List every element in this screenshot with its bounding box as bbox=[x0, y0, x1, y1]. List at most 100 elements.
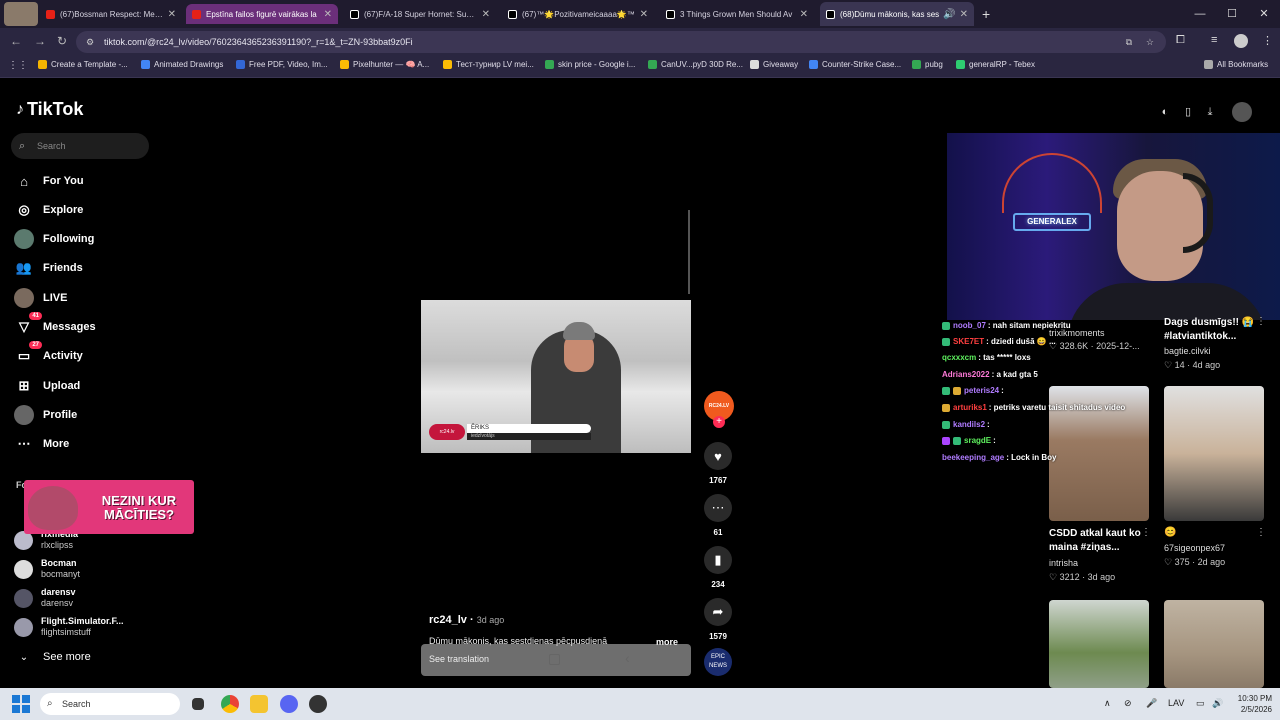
tab-6-active[interactable]: (68)Dūmu mākonis, kas ses 🔊 ✕ bbox=[820, 2, 974, 26]
profile-avatar[interactable] bbox=[4, 2, 38, 26]
tab-4[interactable]: (67)™🌟Pozitivameicaaaa🌟™ ✕ bbox=[502, 4, 654, 24]
forward-icon[interactable]: → bbox=[34, 34, 46, 48]
tab-5[interactable]: 3 Things Grown Men Should Av ✕ bbox=[660, 4, 814, 24]
share-action[interactable]: ➦ 1579 bbox=[700, 598, 736, 641]
square-icon[interactable] bbox=[549, 654, 560, 665]
compass-icon: ◎ bbox=[18, 202, 30, 217]
minimize-button[interactable]: — bbox=[1184, 0, 1216, 28]
close-window-button[interactable]: ✕ bbox=[1248, 0, 1280, 28]
speaker-icon[interactable]: 🔊 bbox=[943, 9, 955, 20]
nav-activity[interactable]: ▭ 27 Activity bbox=[14, 341, 83, 367]
chevron-up-icon[interactable]: ∧ bbox=[1104, 698, 1111, 709]
close-tab-icon[interactable]: ✕ bbox=[168, 9, 176, 20]
apps-icon[interactable]: ⋮⋮ bbox=[8, 60, 28, 71]
taskbar-search[interactable]: ⌕ Search bbox=[40, 693, 180, 715]
search-icon: ⌕ bbox=[47, 698, 53, 709]
windows-start-icon[interactable] bbox=[12, 695, 30, 713]
chat-message: kandils2: bbox=[942, 420, 990, 429]
bookmark-item[interactable]: Pixelhunter — 🧠 A... bbox=[340, 60, 429, 69]
mic-icon[interactable]: 🎤 bbox=[1146, 698, 1157, 709]
ad-banner[interactable]: NEZINI KUR MĀCĪTIES? bbox=[24, 480, 194, 534]
volume-icon[interactable]: 🔊 bbox=[1212, 698, 1223, 709]
bookmark-item[interactable]: Free PDF, Video, Im... bbox=[236, 60, 328, 69]
tab-1[interactable]: (67)Bossman Respect: Memorable ✕ bbox=[40, 4, 182, 24]
bookmark-item[interactable]: Тест-турнир LV mei... bbox=[443, 60, 534, 69]
like-action[interactable]: ♥ 1767 bbox=[700, 442, 736, 485]
bookmark-star-icon[interactable]: ☆ bbox=[1146, 31, 1154, 53]
task-view-icon[interactable] bbox=[192, 698, 204, 710]
new-tab-button[interactable]: + bbox=[982, 6, 990, 22]
bookmark-item[interactable]: Counter-Strike Case... bbox=[809, 60, 901, 69]
file-explorer-icon[interactable] bbox=[250, 695, 268, 713]
close-tab-icon[interactable]: ✕ bbox=[324, 9, 332, 20]
app-icon[interactable] bbox=[309, 695, 327, 713]
see-more-button[interactable]: ⌄ See more bbox=[14, 646, 91, 668]
bookmark-item[interactable]: Create a Template -... bbox=[38, 60, 128, 69]
user-avatar[interactable] bbox=[1232, 102, 1252, 122]
close-tab-icon[interactable]: ✕ bbox=[960, 9, 968, 20]
following-account[interactable]: Bocman bocmanyt bbox=[14, 558, 80, 580]
chevron-down-icon: ⌄ bbox=[19, 651, 29, 663]
network-icon[interactable]: ⊘ bbox=[1124, 698, 1132, 709]
tab-3[interactable]: (67)F/A-18 Super Hornet: Super ✕ bbox=[344, 4, 496, 24]
reading-list-icon[interactable]: ≡ bbox=[1211, 34, 1217, 46]
bookmarks-bar: ⋮⋮ Create a Template -... Animated Drawi… bbox=[0, 56, 1280, 78]
bookmark-item[interactable]: pubg bbox=[912, 60, 943, 69]
nav-explore[interactable]: ◎ Explore bbox=[14, 199, 83, 221]
bookmark-item[interactable]: skin price - Google i... bbox=[545, 60, 635, 69]
following-account[interactable]: darensv darensv bbox=[14, 587, 76, 609]
bookmark-favicon bbox=[141, 60, 150, 69]
video-author[interactable]: rc24_lv · 3d ago bbox=[429, 614, 504, 626]
more-options-icon[interactable]: ⋮ bbox=[1141, 527, 1151, 538]
more-options-icon[interactable]: ⋮ bbox=[1256, 316, 1266, 327]
coins-icon[interactable]: ◐ bbox=[1156, 103, 1174, 121]
chrome-icon[interactable] bbox=[221, 695, 239, 713]
close-tab-icon[interactable]: ✕ bbox=[640, 9, 648, 20]
back-chevron-icon[interactable]: ‹ bbox=[625, 650, 630, 666]
bookmark-item[interactable]: generalRP - Tebex bbox=[956, 60, 1035, 69]
system-clock[interactable]: 10:30 PM 2/5/2026 bbox=[1228, 693, 1272, 715]
follow-plus-button[interactable]: + bbox=[713, 416, 725, 428]
account-avatar[interactable] bbox=[1234, 34, 1248, 48]
close-tab-icon[interactable]: ✕ bbox=[800, 9, 808, 20]
site-info-icon[interactable]: ⚙ bbox=[86, 31, 94, 53]
device-icon[interactable]: ▯ bbox=[1179, 103, 1197, 121]
menu-icon[interactable]: ⋮ bbox=[1262, 34, 1273, 47]
nav-profile[interactable]: Profile bbox=[14, 404, 77, 426]
bookmark-item[interactable]: Giveaway bbox=[750, 60, 798, 69]
search-input[interactable]: ⌕ Search bbox=[11, 133, 149, 159]
discord-icon[interactable] bbox=[280, 695, 298, 713]
tiktok-logo[interactable]: ♪ TikTok bbox=[16, 99, 83, 120]
tab-2[interactable]: Epstīna failos figurē vairākas la ✕ bbox=[186, 4, 338, 24]
install-icon[interactable]: ⧉ bbox=[1126, 31, 1132, 53]
nav-live[interactable]: LIVE bbox=[14, 287, 67, 309]
back-icon[interactable]: ← bbox=[10, 34, 22, 48]
video-player[interactable]: rc24.lv ĒRIKS iedzīvotājs bbox=[421, 300, 691, 453]
reload-icon[interactable]: ↻ bbox=[57, 34, 67, 48]
music-disc-avatar[interactable]: EPIC NEWS bbox=[704, 648, 732, 676]
save-action[interactable]: ▮ 234 bbox=[700, 546, 736, 589]
see-translation-link[interactable]: See translation bbox=[429, 654, 489, 664]
display-icon[interactable]: ▭ bbox=[1196, 698, 1205, 709]
nav-more[interactable]: ⋯ More bbox=[14, 433, 70, 455]
nav-upload[interactable]: ⊞ Upload bbox=[14, 375, 81, 397]
comment-action[interactable]: ⋯ 61 bbox=[700, 494, 736, 537]
bookmark-item[interactable]: Animated Drawings bbox=[141, 60, 223, 69]
nav-for-you[interactable]: ⌂ For You bbox=[14, 170, 83, 192]
feed-scrollbar[interactable] bbox=[688, 210, 690, 294]
nav-following[interactable]: Following bbox=[14, 228, 94, 250]
download-icon[interactable]: ⤓ bbox=[1201, 103, 1219, 121]
all-bookmarks[interactable]: All Bookmarks bbox=[1204, 60, 1268, 69]
address-bar[interactable]: ⚙ tiktok.com/@rc24_lv/video/760236436523… bbox=[76, 31, 1166, 53]
bookmark-item[interactable]: CanUV...pyD 30D Re... bbox=[648, 60, 743, 69]
save-count: 234 bbox=[711, 580, 725, 589]
close-tab-icon[interactable]: ✕ bbox=[482, 9, 490, 20]
maximize-button[interactable]: ☐ bbox=[1216, 0, 1248, 28]
more-options-icon[interactable]: ⋮ bbox=[1256, 527, 1266, 538]
language-indicator[interactable]: LAV bbox=[1168, 698, 1184, 708]
video-hat bbox=[563, 322, 595, 340]
nav-friends[interactable]: 👥 Friends bbox=[14, 257, 83, 279]
following-account[interactable]: Flight.Simulator.F... flightsimstuff bbox=[14, 616, 124, 638]
nav-messages[interactable]: ▽ 41 Messages bbox=[14, 312, 96, 338]
extensions-icon[interactable]: ⧠ bbox=[1176, 34, 1185, 47]
